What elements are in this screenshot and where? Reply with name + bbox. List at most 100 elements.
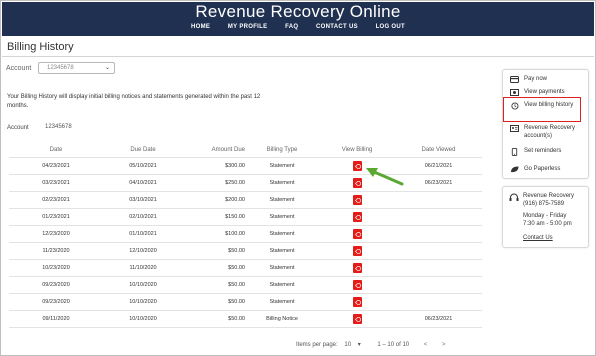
row-billing-type: Statement — [269, 231, 295, 237]
row-billing-type: Statement — [269, 282, 295, 288]
pdf-icon[interactable] — [352, 246, 362, 256]
pdf-icon[interactable] — [352, 280, 362, 290]
header-billing-type[interactable]: Billing Type — [245, 143, 319, 157]
nav-faq[interactable]: FAQ — [285, 24, 298, 30]
next-page-button[interactable]: > — [442, 342, 446, 348]
pdf-icon[interactable] — [352, 178, 362, 188]
nav-log-out[interactable]: LOG OUT — [376, 24, 405, 30]
account-select-label: Account — [6, 65, 32, 72]
menu-set-reminders[interactable]: Set reminders — [510, 148, 561, 156]
header-due-date[interactable]: Due Date — [103, 143, 183, 157]
row-billing-type: Statement — [269, 248, 295, 254]
contact-hours: Monday - Friday 7:30 am - 5:00 pm — [523, 213, 572, 228]
menu-revenue-recovery-accounts-label: Revenue Recovery account(s) — [524, 125, 576, 139]
menu-go-paperless[interactable]: Go Paperless — [510, 166, 560, 173]
items-per-page-select[interactable]: 10 — [344, 342, 351, 348]
menu-pay-now-label: Pay now — [524, 76, 548, 82]
header-amount-due[interactable]: Amount Due — [183, 143, 245, 157]
nav-home[interactable]: HOME — [191, 24, 210, 30]
row-date-viewed: 06/21/2021 — [424, 163, 453, 169]
leaf-icon — [511, 166, 519, 173]
header-view-billing: View Billing — [341, 147, 373, 153]
row-view-billing — [319, 226, 395, 242]
chevron-down-icon: ⌄ — [104, 65, 110, 71]
pdf-icon[interactable] — [352, 212, 362, 222]
table-header-row: Date Due Date Amount Due Billing Type Vi… — [9, 143, 482, 158]
quick-actions-panel: Pay now View payments View billing histo… — [502, 69, 589, 179]
menu-view-payments[interactable]: View payments — [510, 89, 565, 96]
prev-page-button[interactable]: < — [424, 342, 428, 348]
page-title: Billing History — [7, 41, 74, 53]
pdf-icon[interactable] — [352, 161, 362, 171]
row-amount-due: $300.00 — [225, 163, 245, 169]
row-date: 02/23/2021 — [42, 197, 70, 203]
row-due-date: 12/10/2020 — [129, 248, 157, 254]
page-range: 1 – 10 of 10 — [377, 342, 410, 348]
items-per-page-label: Items per page: — [296, 342, 338, 348]
account-select[interactable]: 12345678 ⌄ — [38, 62, 115, 74]
row-date: 12/23/2020 — [42, 231, 70, 237]
main-nav: HOME MY PROFILE FAQ CONTACT US LOG OUT — [2, 24, 594, 30]
pdf-icon[interactable] — [352, 297, 362, 307]
row-due-date: 05/10/2021 — [129, 163, 157, 169]
row-date-viewed — [395, 260, 482, 276]
row-view-billing — [319, 192, 395, 208]
row-billing-type: Statement — [269, 197, 295, 203]
menu-view-payments-label: View payments — [524, 89, 565, 95]
wallet-icon — [510, 76, 519, 83]
row-due-date: 10/10/2020 — [129, 282, 157, 288]
row-billing-type: Statement — [269, 163, 295, 169]
row-due-date: 10/10/2020 — [129, 316, 157, 322]
row-date-viewed — [395, 294, 482, 310]
row-billing-type: Statement — [269, 214, 295, 220]
highlight-box-annotation — [503, 97, 581, 122]
table-row: 09/11/2020 10/10/2020 $50.00 Billing Notice… — [9, 311, 482, 328]
nav-contact-us[interactable]: CONTACT US — [316, 24, 358, 30]
row-view-billing — [319, 311, 395, 327]
pdf-icon[interactable] — [352, 314, 362, 324]
row-date: 09/11/2020 — [42, 316, 70, 322]
row-date: 09/23/2020 — [42, 299, 70, 305]
contact-phone[interactable]: (916) 875-7589 — [523, 201, 574, 209]
menu-pay-now[interactable]: Pay now — [510, 76, 547, 83]
row-date-viewed: 06/23/2021 — [424, 316, 453, 322]
row-date: 01/23/2021 — [42, 214, 70, 220]
row-amount-due: $150.00 — [225, 214, 245, 220]
chevron-down-icon[interactable]: ▾ — [358, 342, 361, 348]
id-card-icon — [510, 125, 519, 132]
site-brand[interactable]: Revenue Recovery Online — [2, 2, 594, 22]
contact-us-link[interactable]: Contact Us — [523, 235, 553, 241]
header-date-viewed[interactable]: Date Viewed — [395, 143, 482, 157]
nav-my-profile[interactable]: MY PROFILE — [228, 24, 268, 30]
row-view-billing — [319, 260, 395, 276]
pdf-icon[interactable] — [352, 263, 362, 273]
row-date: 11/23/2020 — [42, 248, 70, 254]
table-row: 09/23/2020 10/10/2020 $50.00 Statement — [9, 294, 482, 311]
pagination: Items per page: 10 ▾ 1 – 10 of 10 < > — [296, 341, 451, 348]
row-amount-due: $250.00 — [225, 180, 245, 186]
contact-name: Revenue Recovery — [523, 193, 575, 199]
row-due-date: 04/10/2021 — [129, 180, 157, 186]
row-due-date: 02/10/2021 — [129, 214, 157, 220]
row-billing-type: Billing Notice — [266, 316, 298, 322]
pdf-icon[interactable] — [352, 195, 362, 205]
contact-time: 7:30 am - 5:00 pm — [523, 220, 572, 227]
table-row: 02/23/2021 03/10/2021 $200.00 Statement — [9, 192, 482, 209]
row-view-billing — [319, 277, 395, 293]
green-arrow-annotation — [366, 168, 404, 186]
row-date: 03/23/2021 — [42, 180, 70, 186]
menu-revenue-recovery-accounts[interactable]: Revenue Recovery account(s) — [510, 125, 588, 140]
header-date[interactable]: Date — [9, 143, 103, 157]
row-date-viewed: 06/23/2021 — [424, 180, 453, 186]
account-number: 12345678 — [45, 124, 72, 130]
money-icon — [510, 89, 519, 96]
row-due-date: 10/10/2020 — [129, 299, 157, 305]
contact-info: Revenue Recovery (916) 875-7589 — [523, 193, 574, 208]
pdf-icon[interactable] — [352, 229, 362, 239]
headset-icon — [509, 193, 519, 201]
table-row: 01/23/2021 02/10/2021 $150.00 Statement — [9, 209, 482, 226]
row-amount-due: $50.00 — [228, 282, 245, 288]
row-date: 10/23/2020 — [42, 265, 70, 271]
row-date: 04/23/2021 — [42, 163, 70, 169]
row-amount-due: $100.00 — [225, 231, 245, 237]
